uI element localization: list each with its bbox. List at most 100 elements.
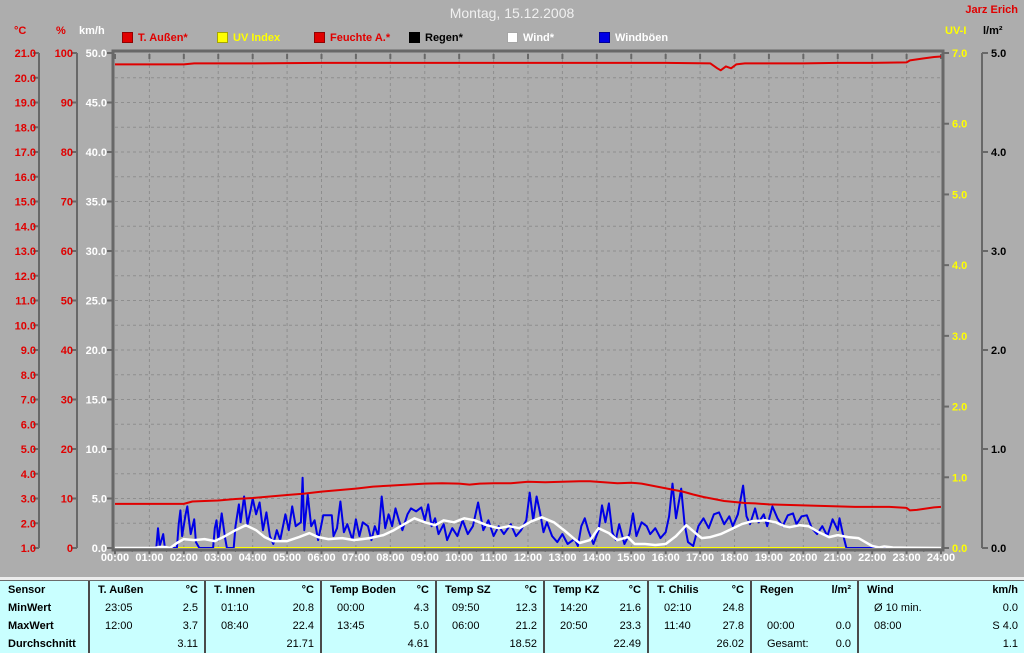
table-cell-value: 5.0 <box>413 620 429 632</box>
svg-text:02:00: 02:00 <box>170 552 198 564</box>
svg-text:15:00: 15:00 <box>617 552 645 564</box>
svg-text:5.0: 5.0 <box>92 494 107 506</box>
table-column-Temp Boden: Temp Boden °C 00:00 4.3 13:45 5.0 4.61 <box>320 581 435 653</box>
table-cell-time <box>322 635 337 653</box>
gridlines <box>115 53 941 548</box>
svg-text:03:00: 03:00 <box>204 552 232 564</box>
table-cell-time: 20:50 <box>560 620 588 632</box>
svg-text:16:00: 16:00 <box>652 552 680 564</box>
table-cell-value: 22.49 <box>613 638 641 650</box>
table-cell-time: 02:10 <box>664 602 692 614</box>
svg-text:19:00: 19:00 <box>755 552 783 564</box>
svg-text:60: 60 <box>61 246 73 258</box>
table-column-name: Temp Boden <box>330 584 396 596</box>
svg-text:12.0: 12.0 <box>15 271 36 283</box>
svg-text:20.0: 20.0 <box>15 73 36 85</box>
svg-text:90: 90 <box>61 98 73 110</box>
svg-text:2.0: 2.0 <box>952 402 967 414</box>
svg-text:4.0: 4.0 <box>952 260 967 272</box>
table-column-name: Regen <box>760 584 794 596</box>
svg-text:16.0: 16.0 <box>15 172 36 184</box>
series-Windböen <box>115 476 941 548</box>
table-column-T. Chilis: T. Chilis °C 02:10 24.8 11:40 27.8 26.02 <box>647 581 750 653</box>
svg-text:10: 10 <box>61 494 73 506</box>
axis-kmh: 50.045.040.035.030.025.020.015.010.05.00… <box>86 48 113 555</box>
svg-text:6.0: 6.0 <box>21 419 36 431</box>
table-row-label: MinWert <box>8 602 52 614</box>
table-column-Wind: Wind km/h Ø 10 min. 0.0 08:00 S 4.0 1.1 <box>857 581 1024 653</box>
svg-text:20.0: 20.0 <box>86 345 107 357</box>
table-cell-time: 12:00 <box>105 620 133 632</box>
table-cell-value: 21.6 <box>619 602 641 614</box>
svg-text:100: 100 <box>55 48 73 60</box>
axis-c: 21.0 20.0 19.0 18.0 17.0 16.0 15.0 14.0 13.0 12.0… <box>15 48 40 555</box>
svg-text:04:00: 04:00 <box>239 552 267 564</box>
table-column-unit: l/m² <box>831 584 851 596</box>
svg-text:1.0: 1.0 <box>991 444 1006 456</box>
table-cell-time <box>90 635 105 653</box>
svg-text:2.0: 2.0 <box>21 518 36 530</box>
svg-text:07:00: 07:00 <box>342 552 370 564</box>
svg-text:4.0: 4.0 <box>21 469 36 481</box>
table-column-unit: °C <box>185 584 198 596</box>
svg-text:3.0: 3.0 <box>991 246 1006 258</box>
table-cell-time: 01:10 <box>221 602 249 614</box>
svg-text:01:00: 01:00 <box>135 552 163 564</box>
table-cell-value: 21.2 <box>515 620 537 632</box>
table-cell-time: 00:00 <box>767 620 795 632</box>
svg-text:1.0: 1.0 <box>21 543 36 555</box>
table-cell-time: 11:40 <box>664 620 691 632</box>
table-row-label: MaxWert <box>8 620 54 632</box>
svg-text:6.0: 6.0 <box>952 119 967 131</box>
svg-text:15.0: 15.0 <box>15 197 36 209</box>
svg-text:10:00: 10:00 <box>445 552 473 564</box>
svg-text:1.0: 1.0 <box>952 472 967 484</box>
svg-text:80: 80 <box>61 147 73 159</box>
table-cell-time: Ø 10 min. <box>874 602 922 614</box>
svg-text:13:00: 13:00 <box>548 552 576 564</box>
svg-text:14.0: 14.0 <box>15 221 36 233</box>
weather-chart: 21.0 20.0 19.0 18.0 17.0 16.0 15.0 14.0 13.0 12.0… <box>15 48 1007 564</box>
table-cell-value: 3.11 <box>177 638 198 650</box>
svg-text:30: 30 <box>61 395 73 407</box>
svg-text:20: 20 <box>61 444 73 456</box>
svg-text:05:00: 05:00 <box>273 552 301 564</box>
svg-text:21.0: 21.0 <box>15 48 36 60</box>
axis-lm2: 5.0 4.0 3.0 2.0 1.0 0.0 <box>981 48 1006 555</box>
svg-text:3.0: 3.0 <box>21 494 36 506</box>
svg-text:11.0: 11.0 <box>15 296 36 308</box>
svg-text:5.0: 5.0 <box>952 189 967 201</box>
table-cell-value: 0.0 <box>835 638 851 650</box>
svg-text:14:00: 14:00 <box>583 552 611 564</box>
table-cell-time: 23:05 <box>105 602 133 614</box>
table-cell-time: 08:00 <box>874 620 902 632</box>
table-cell-value: 18.52 <box>509 638 537 650</box>
svg-text:30.0: 30.0 <box>86 246 107 258</box>
table-cell-time <box>206 635 221 653</box>
svg-text:00:00: 00:00 <box>101 552 129 564</box>
stats-table: Sensor MinWert MaxWert Durchschnitt T. Außen… <box>0 580 1024 653</box>
table-column-unit: °C <box>524 584 537 596</box>
table-cell-time: 06:00 <box>452 620 480 632</box>
table-cell-time: 08:40 <box>221 620 249 632</box>
svg-text:40: 40 <box>61 345 73 357</box>
svg-text:25.0: 25.0 <box>86 296 107 308</box>
table-column-name: T. Chilis <box>657 584 699 596</box>
table-column-name: T. Außen <box>98 584 144 596</box>
svg-text:20:00: 20:00 <box>789 552 817 564</box>
svg-text:13.0: 13.0 <box>15 246 36 258</box>
table-cell-time: 00:00 <box>337 602 365 614</box>
svg-text:17:00: 17:00 <box>686 552 714 564</box>
svg-text:18:00: 18:00 <box>720 552 748 564</box>
svg-text:17.0: 17.0 <box>15 147 36 159</box>
table-cell-time <box>752 599 767 617</box>
svg-text:11:00: 11:00 <box>480 552 508 564</box>
svg-text:50: 50 <box>61 296 73 308</box>
table-cell-time <box>437 635 452 653</box>
x-axis-labels: 00:00 01:00 02:00 03:00 04:00 05:00 06:00 07:00… <box>101 552 955 564</box>
table-cell-value: 1.1 <box>1002 638 1018 650</box>
table-sensor-column: Sensor MinWert MaxWert Durchschnitt <box>0 581 88 653</box>
table-column-Temp KZ: Temp KZ °C 14:20 21.6 20:50 23.3 22.49 <box>543 581 647 653</box>
table-cell-time <box>859 635 874 653</box>
svg-text:35.0: 35.0 <box>86 197 107 209</box>
